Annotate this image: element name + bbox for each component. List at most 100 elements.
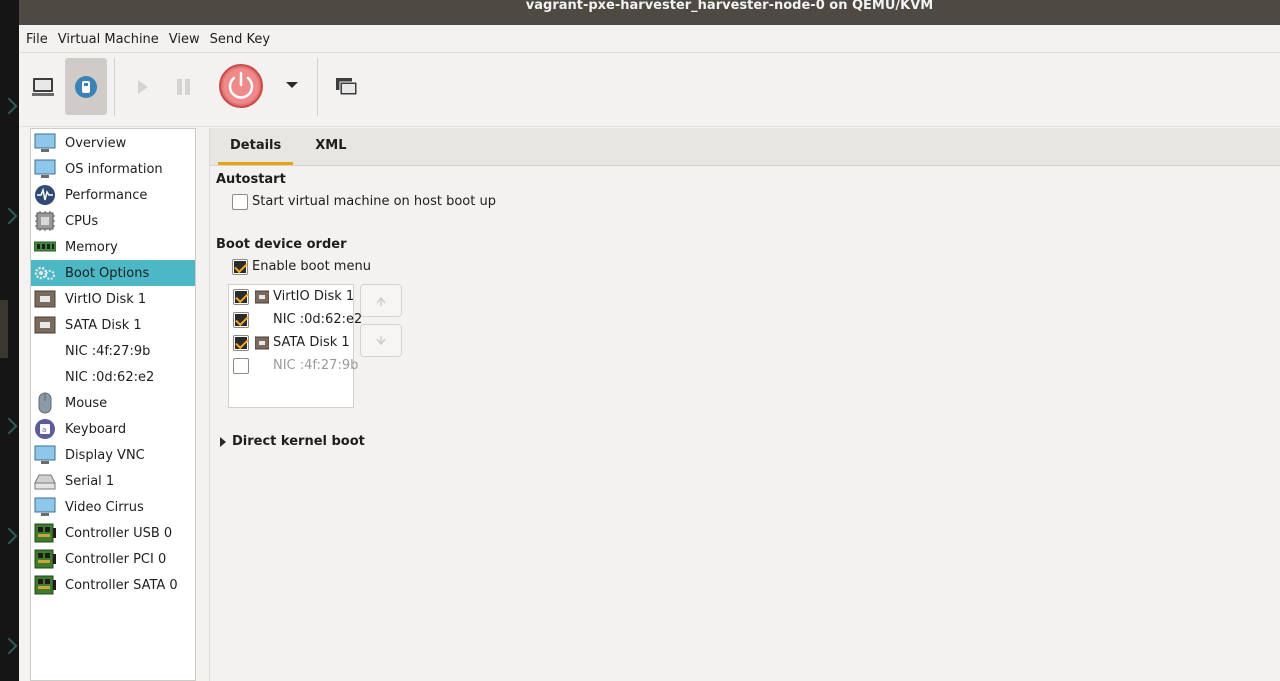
tab-bar: Details XML xyxy=(210,128,1280,166)
arrow-down-icon xyxy=(376,335,386,345)
boot-device-label: SATA Disk 1 xyxy=(273,335,350,350)
content-area: Overview OS information Performance CPUs… xyxy=(19,128,1280,681)
boot-device-checkbox[interactable] xyxy=(233,335,249,351)
autostart-checkbox[interactable] xyxy=(232,194,248,210)
details-panel: Details XML Autostart Start virtual mach… xyxy=(209,128,1280,681)
boot-device-row-nic-0d-62-e2[interactable]: NIC :0d:62:e2 xyxy=(229,309,362,332)
boot-device-row-sata-disk-1[interactable]: SATA Disk 1 xyxy=(229,332,353,355)
boot-device-row-nic-4f-27-9b[interactable]: NIC :4f:27:9b xyxy=(229,355,358,378)
sidebar-item-controller-sata-0[interactable]: Controller SATA 0 xyxy=(31,572,195,598)
controller-icon xyxy=(33,548,57,570)
monitor-icon xyxy=(33,158,57,180)
sidebar-item-memory[interactable]: Memory xyxy=(31,234,195,260)
sidebar-item-label: CPUs xyxy=(65,213,99,229)
window-title: vagrant-pxe-harvester_harvester-node-0 o… xyxy=(525,0,934,13)
toolbar-separator xyxy=(317,58,318,116)
boot-device-label: NIC :0d:62:e2 xyxy=(273,312,363,327)
sidebar-item-label: VirtIO Disk 1 xyxy=(65,291,147,307)
gears-icon xyxy=(33,262,57,284)
chevron-decoration-icon xyxy=(0,527,18,545)
console-button[interactable] xyxy=(31,75,55,99)
menu-send-key[interactable]: Send Key xyxy=(210,32,280,47)
sidebar-item-label: Memory xyxy=(65,239,118,255)
boot-device-checkbox[interactable] xyxy=(233,289,249,305)
sidebar-item-os-information[interactable]: OS information xyxy=(31,156,195,182)
menubar: File Virtual Machine View Send Key xyxy=(19,27,1280,53)
autostart-section-title: Autostart xyxy=(216,172,286,187)
sidebar-item-nic-4f-27-9b[interactable]: NIC :4f:27:9b xyxy=(31,338,195,364)
move-up-button[interactable] xyxy=(360,284,402,317)
sidebar-item-mouse[interactable]: Mouse xyxy=(31,390,195,416)
chevron-decoration-icon xyxy=(0,97,18,115)
move-down-button[interactable] xyxy=(360,324,402,357)
boot-device-checkbox[interactable] xyxy=(233,312,249,328)
boot-device-row-virtio-disk-1[interactable]: VirtIO Disk 1 xyxy=(229,286,354,309)
disk-icon xyxy=(255,290,269,304)
pause-button[interactable] xyxy=(177,79,191,95)
details-button[interactable] xyxy=(65,58,107,115)
mouse-icon xyxy=(33,392,57,414)
power-icon xyxy=(219,64,263,108)
autostart-checkbox-label[interactable]: Start virtual machine on host boot up xyxy=(252,194,496,209)
sidebar-item-sata-disk-1[interactable]: SATA Disk 1 xyxy=(31,312,195,338)
boot-order-section-title: Boot device order xyxy=(216,237,347,252)
sidebar-item-label: Boot Options xyxy=(65,265,150,281)
sidebar-item-virtio-disk-1[interactable]: VirtIO Disk 1 xyxy=(31,286,195,312)
sidebar-item-label: SATA Disk 1 xyxy=(65,317,142,333)
tab-details[interactable]: Details xyxy=(218,128,294,165)
enable-boot-menu-checkbox[interactable] xyxy=(232,259,248,275)
sidebar-item-label: Controller USB 0 xyxy=(65,525,173,541)
sidebar-item-nic-0d-62-e2[interactable]: NIC :0d:62:e2 xyxy=(31,364,195,390)
shutdown-menu-chevron-down-icon[interactable] xyxy=(286,82,298,88)
sidebar-item-label: Serial 1 xyxy=(65,473,115,489)
sidebar-item-label: Keyboard xyxy=(65,421,127,437)
info-bulb-icon xyxy=(75,75,97,98)
network-icon xyxy=(33,340,57,362)
boot-device-list: VirtIO Disk 1 NIC :0d:62:e2 SATA Disk 1 … xyxy=(228,284,362,408)
direct-kernel-boot-label: Direct kernel boot xyxy=(232,434,365,449)
window-titlebar[interactable]: vagrant-pxe-harvester_harvester-node-0 o… xyxy=(19,0,1280,25)
snapshots-button[interactable] xyxy=(335,76,359,98)
snapshot-icon xyxy=(336,78,358,96)
enable-boot-menu-label[interactable]: Enable boot menu xyxy=(252,259,371,274)
chevron-decoration-icon xyxy=(0,417,18,435)
sidebar-item-label: Mouse xyxy=(65,395,108,411)
tab-xml[interactable]: XML xyxy=(303,128,358,165)
sidebar-item-serial-1[interactable]: Serial 1 xyxy=(31,468,195,494)
memory-icon xyxy=(33,236,57,258)
sidebar-item-controller-pci-0[interactable]: Controller PCI 0 xyxy=(31,546,195,572)
boot-device-checkbox[interactable] xyxy=(233,358,249,374)
chevron-decoration-icon xyxy=(0,637,18,655)
cpu-icon xyxy=(33,210,57,232)
chevron-right-icon xyxy=(220,436,226,447)
keyboard-icon: a xyxy=(33,418,57,440)
sidebar-item-controller-usb-0[interactable]: Controller USB 0 xyxy=(31,520,195,546)
sidebar-item-keyboard[interactable]: a Keyboard xyxy=(31,416,195,442)
run-button[interactable] xyxy=(138,80,148,94)
hardware-list: Overview OS information Performance CPUs… xyxy=(30,128,196,681)
sidebar-item-cpus[interactable]: CPUs xyxy=(31,208,195,234)
shutdown-button[interactable] xyxy=(218,63,264,109)
controller-icon xyxy=(33,522,57,544)
menu-view[interactable]: View xyxy=(169,32,210,47)
sidebar-item-video-cirrus[interactable]: Video Cirrus xyxy=(31,494,195,520)
sidebar-item-boot-options[interactable]: Boot Options xyxy=(31,260,195,286)
direct-kernel-boot-expander[interactable]: Direct kernel boot xyxy=(220,434,365,449)
menu-file[interactable]: File xyxy=(26,32,58,47)
monitor-icon xyxy=(33,132,57,154)
sidebar-item-label: OS information xyxy=(65,161,163,177)
menu-virtual-machine[interactable]: Virtual Machine xyxy=(58,32,169,47)
sidebar-item-display-vnc[interactable]: Display VNC xyxy=(31,442,195,468)
chevron-decoration-icon xyxy=(0,207,18,225)
sidebar-item-label: NIC :0d:62:e2 xyxy=(65,369,155,385)
monitor-icon xyxy=(33,496,57,518)
svg-text:a: a xyxy=(42,426,46,434)
disk-icon xyxy=(33,314,57,336)
background-window-edge xyxy=(0,300,8,358)
arrow-up-icon xyxy=(376,296,386,306)
controller-icon xyxy=(33,574,57,596)
sidebar-item-overview[interactable]: Overview xyxy=(31,130,195,156)
desktop-background-strip xyxy=(0,0,19,681)
sidebar-item-label: Display VNC xyxy=(65,447,145,463)
sidebar-item-performance[interactable]: Performance xyxy=(31,182,195,208)
